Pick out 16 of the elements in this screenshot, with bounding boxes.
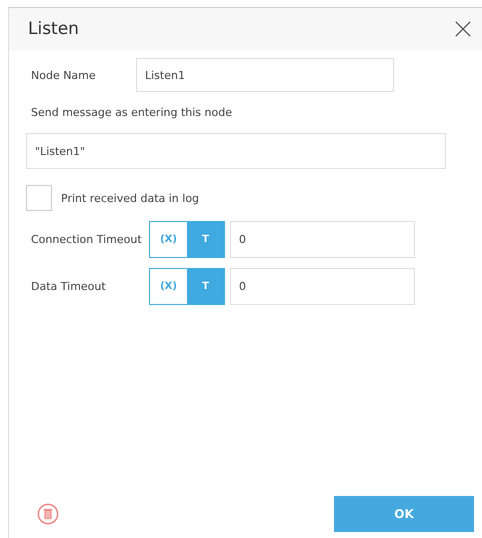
field-label: Data Timeout <box>30 280 107 294</box>
window-title: Listen <box>28 19 79 39</box>
trash-icon[interactable] <box>37 503 59 525</box>
mode-toggle[interactable]: T <box>187 222 224 257</box>
field-label: Send message as entering this node <box>30 106 233 119</box>
timeout-field[interactable]: 0 <box>230 268 415 305</box>
mode-toggle[interactable]: T <box>187 269 224 304</box>
field-label: Connection Timeout <box>30 232 143 246</box>
close-icon[interactable] <box>454 20 472 38</box>
ok-button[interactable]: OK <box>334 496 474 532</box>
timeout-field[interactable]: 0 <box>230 221 415 258</box>
field-label: Node Name <box>30 68 97 82</box>
node-name-field[interactable]: Listen1 <box>136 58 394 92</box>
message-field[interactable]: "Listen1" <box>26 133 446 169</box>
checkbox[interactable] <box>26 185 52 211</box>
checkbox-label: Print received data in log <box>61 192 200 204</box>
